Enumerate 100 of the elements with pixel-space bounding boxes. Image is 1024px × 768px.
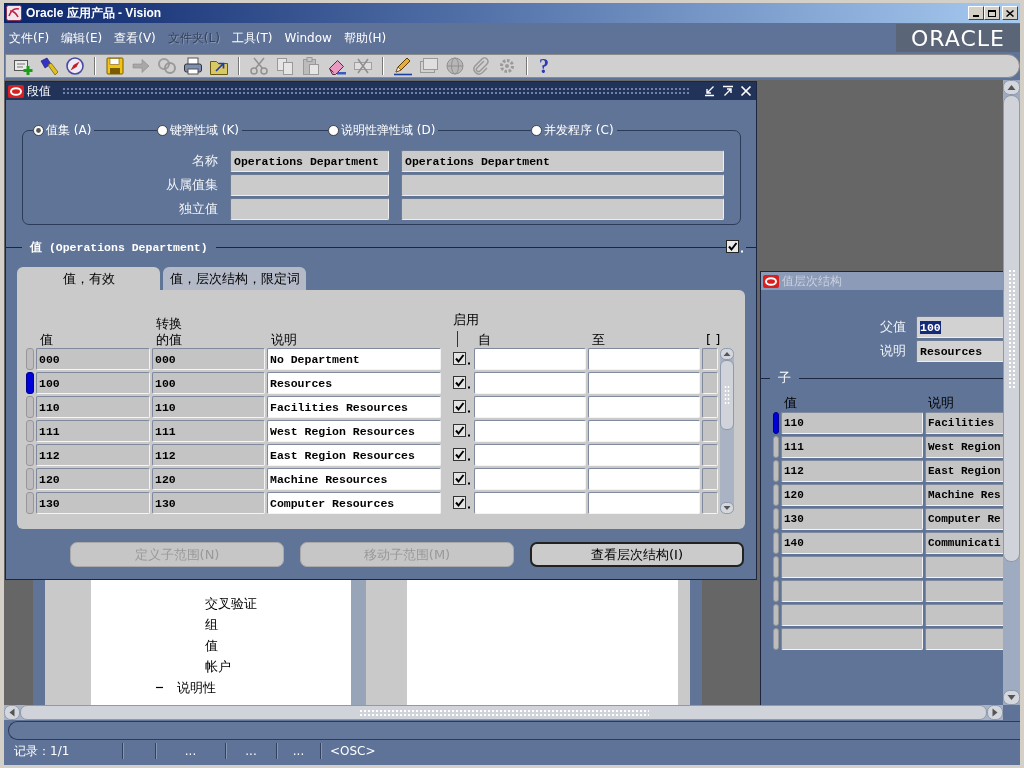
input-field[interactable]: 100 [36,372,150,394]
input-field[interactable] [781,628,923,650]
help-button[interactable]: ? [539,56,549,76]
row-marker[interactable] [26,396,34,418]
input-field[interactable]: 111 [781,436,923,458]
row-marker[interactable] [773,412,779,434]
menu-item[interactable]: 文件(F) [9,30,50,46]
tree-item[interactable]: 值 [205,636,218,655]
input-field[interactable] [474,492,586,514]
input-field[interactable]: 110 [36,396,150,418]
row-marker[interactable] [773,628,779,650]
input-field[interactable] [702,348,718,370]
input-field[interactable]: 120 [781,484,923,506]
input-field[interactable] [588,468,700,490]
menu-item[interactable]: Window [284,30,332,46]
input-field[interactable]: 100 [916,316,1003,338]
checkbox[interactable] [453,424,471,438]
input-field[interactable]: East Region [925,460,1003,482]
input-field[interactable]: Operations Department [401,150,724,172]
printer-icon[interactable] [183,56,203,76]
menu-item[interactable]: 编辑(E) [61,30,103,46]
input-field[interactable] [702,372,718,394]
row-marker[interactable] [26,372,34,394]
input-field[interactable]: Communicati [925,532,1003,554]
checkbox[interactable] [453,448,471,462]
input-field[interactable] [588,348,700,370]
input-field[interactable] [781,580,923,602]
input-field[interactable] [588,372,700,394]
input-field[interactable] [230,174,389,196]
window-title-bar[interactable]: 段值 [6,82,756,100]
scroll-thumb[interactable] [1003,95,1020,562]
input-field[interactable] [474,468,586,490]
input-field[interactable] [588,492,700,514]
input-field[interactable] [702,444,718,466]
input-field[interactable] [474,420,586,442]
checkbox[interactable] [453,376,471,390]
input-field[interactable]: 120 [152,468,265,490]
input-field[interactable] [474,396,586,418]
pencil-icon[interactable] [393,56,413,76]
compass-icon[interactable] [65,56,85,76]
input-field[interactable]: East Region Resources [267,444,441,466]
input-field[interactable]: Computer Re [925,508,1003,530]
input-field[interactable]: West Region Resources [267,420,441,442]
input-field[interactable]: Machine Res [925,484,1003,506]
row-marker[interactable] [773,460,779,482]
input-field[interactable]: 130 [36,492,150,514]
input-field[interactable] [588,420,700,442]
row-marker[interactable] [26,444,34,466]
input-field[interactable]: 130 [152,492,265,514]
scrollbar[interactable] [720,348,734,514]
input-field[interactable]: Resources [916,340,1003,362]
input-field[interactable]: No Department [267,348,441,370]
input-field[interactable]: Resources [267,372,441,394]
input-field[interactable]: 140 [781,532,923,554]
input-field[interactable]: Facilities Resources [267,396,441,418]
input-field[interactable] [474,372,586,394]
row-marker[interactable] [773,436,779,458]
checkbox[interactable] [453,352,471,366]
input-field[interactable]: 111 [36,420,150,442]
input-field[interactable] [401,174,724,196]
row-marker[interactable] [26,468,34,490]
close-button[interactable] [1002,6,1018,20]
menu-item[interactable]: 帮助(H) [343,30,387,46]
row-marker[interactable] [26,420,34,442]
flashlight-icon[interactable] [39,56,59,76]
input-field[interactable]: 112 [36,444,150,466]
radio-icon[interactable] [33,124,44,136]
input-field[interactable] [702,420,718,442]
minimize-button[interactable] [968,6,984,20]
minimize-icon[interactable] [704,85,716,97]
row-marker[interactable] [773,580,779,602]
vertical-scrollbar[interactable] [1003,80,1020,705]
input-field[interactable]: Operations Department [230,150,389,172]
tab[interactable]: 值，层次结构，限定词 [163,267,306,290]
checkbox[interactable] [453,472,471,486]
input-field[interactable]: 110 [152,396,265,418]
input-field[interactable] [702,492,718,514]
input-field[interactable]: 112 [781,460,923,482]
input-field[interactable]: Computer Resources [267,492,441,514]
tree-item[interactable]: 组 [205,615,218,634]
row-marker[interactable] [773,556,779,578]
input-field[interactable]: 110 [781,412,923,434]
row-marker[interactable] [773,604,779,626]
row-marker[interactable] [773,484,779,506]
input-field[interactable]: 100 [152,372,265,394]
input-field[interactable] [401,198,724,220]
scroll-thumb[interactable] [720,360,734,430]
input-field[interactable] [474,444,586,466]
action-button[interactable]: 查看层次结构(I) [530,542,744,567]
row-marker[interactable] [773,508,779,530]
radio-icon[interactable] [531,124,542,136]
row-marker[interactable] [26,348,34,370]
menu-item[interactable]: 工具(T) [231,30,273,46]
input-field[interactable] [588,444,700,466]
input-field[interactable] [781,556,923,578]
radio-button[interactable]: 并发程序 (C) [531,122,617,138]
input-field[interactable]: 130 [781,508,923,530]
checkbox[interactable] [453,496,471,510]
radio-icon[interactable] [157,124,168,136]
radio-button[interactable]: 键弹性域 (K) [157,122,243,138]
